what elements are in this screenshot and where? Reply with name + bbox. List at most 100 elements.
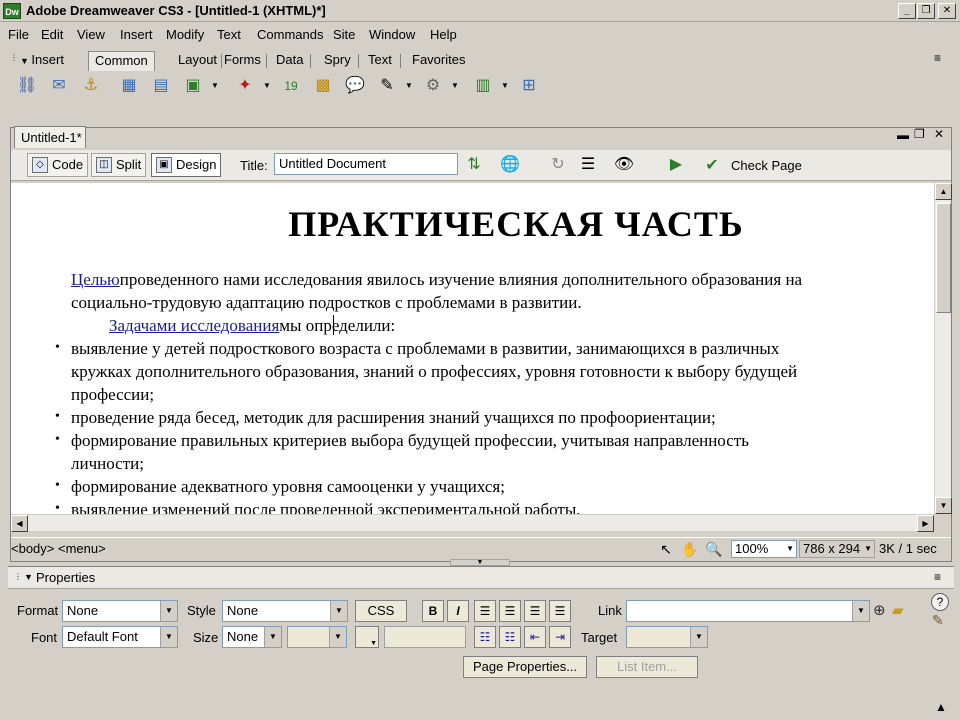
tab-favorites[interactable]: Favorites xyxy=(406,51,471,71)
document-tab[interactable]: Untitled-1* xyxy=(14,126,86,148)
hyperlink-icon[interactable]: ⛓ xyxy=(16,75,38,97)
panel-resize-handle[interactable]: ▼ xyxy=(450,559,510,566)
view-options-icon[interactable]: ☰ xyxy=(577,154,599,176)
script-dropdown-icon[interactable]: ▼ xyxy=(444,75,466,97)
link-input[interactable]: ▼ xyxy=(626,600,870,622)
point-to-file-icon[interactable]: ⊕ xyxy=(873,601,886,619)
validate-markup-icon[interactable]: ▶ xyxy=(665,154,687,176)
menu-modify[interactable]: Modify xyxy=(166,27,204,42)
scroll-right-icon[interactable]: ▶ xyxy=(917,515,934,532)
link-goal[interactable]: Целью xyxy=(71,270,120,289)
unordered-list-button[interactable]: ☷ xyxy=(474,626,496,648)
paragraph-goal: Цельюпроведенного нами исследования явил… xyxy=(71,270,803,289)
document-title-input[interactable]: Untitled Document xyxy=(274,153,458,175)
doc-minimize-icon[interactable]: ▬ xyxy=(897,128,909,142)
horizontal-scrollbar[interactable]: ◀ ▶ xyxy=(11,514,934,532)
tab-layout[interactable]: Layout xyxy=(172,51,223,71)
align-center-button[interactable]: ☰ xyxy=(499,600,521,622)
align-right-button[interactable]: ☰ xyxy=(524,600,546,622)
link-tasks[interactable]: Задачами исследования xyxy=(109,316,279,335)
format-select[interactable]: None ▼ xyxy=(62,600,178,622)
media-icon[interactable]: ✦ xyxy=(234,75,256,97)
scroll-down-icon[interactable]: ▼ xyxy=(935,497,952,514)
restore-button[interactable]: ❐ xyxy=(917,3,935,19)
doc-restore-icon[interactable]: ❐ xyxy=(914,127,925,141)
menu-help[interactable]: Help xyxy=(430,27,457,42)
vertical-scroll-thumb[interactable] xyxy=(936,203,951,313)
split-view-button[interactable]: ◫ Split xyxy=(91,153,147,177)
menu-edit[interactable]: Edit xyxy=(41,27,63,42)
align-left-button[interactable]: ☰ xyxy=(474,600,496,622)
file-management-icon[interactable]: ⇅ xyxy=(463,154,485,176)
indent-button[interactable]: ⇥ xyxy=(549,626,571,648)
insert-bar-header[interactable]: ▼ Insert xyxy=(20,52,64,67)
menu-insert[interactable]: Insert xyxy=(120,27,153,42)
style-select[interactable]: None ▼ xyxy=(222,600,348,622)
tab-spry[interactable]: Spry xyxy=(318,51,357,71)
tab-data[interactable]: Data xyxy=(270,51,309,71)
expand-panel-icon[interactable]: ▲ xyxy=(935,700,947,714)
tag-selector[interactable]: <body> <menu> xyxy=(11,541,106,556)
table-icon[interactable]: ▦ xyxy=(118,75,140,97)
minimize-button[interactable]: _ xyxy=(898,3,916,19)
menu-window[interactable]: Window xyxy=(369,27,415,42)
menu-commands[interactable]: Commands xyxy=(257,27,323,42)
options-menu-icon[interactable]: ≡ xyxy=(934,570,941,584)
outdent-button[interactable]: ⇤ xyxy=(524,626,546,648)
tab-text[interactable]: Text xyxy=(362,51,398,71)
templates-dropdown-icon[interactable]: ▼ xyxy=(494,75,516,97)
design-view-button[interactable]: ▣ Design xyxy=(151,153,222,177)
page-properties-button[interactable]: Page Properties... xyxy=(463,656,587,678)
italic-button[interactable]: I xyxy=(447,600,469,622)
bold-button[interactable]: B xyxy=(422,600,444,622)
vertical-scrollbar[interactable]: ▲ ▼ xyxy=(934,183,952,514)
date-icon[interactable]: 19 xyxy=(280,75,302,97)
scroll-left-icon[interactable]: ◀ xyxy=(11,515,28,532)
font-select[interactable]: Default Font ▼ xyxy=(62,626,178,648)
image-icon[interactable]: ▣ xyxy=(182,75,204,97)
image-dropdown-icon[interactable]: ▼ xyxy=(204,75,226,97)
media-dropdown-icon[interactable]: ▼ xyxy=(256,75,278,97)
tab-forms[interactable]: Forms xyxy=(218,51,267,71)
select-tool-icon[interactable]: ↖ xyxy=(655,538,677,560)
menu-file[interactable]: File xyxy=(8,27,29,42)
head-dropdown-icon[interactable]: ▼ xyxy=(398,75,420,97)
help-icon[interactable]: ? xyxy=(931,593,949,611)
tag-chooser-icon[interactable]: ⊞ xyxy=(518,75,540,97)
text-color-swatch[interactable]: ▼ xyxy=(355,626,379,648)
quick-tag-editor-icon[interactable]: ✎ xyxy=(932,612,944,629)
tab-common[interactable]: Common xyxy=(88,51,155,71)
properties-header[interactable]: ⋮ ▼ Properties ≡ xyxy=(8,567,954,589)
zoom-select[interactable]: 100% ▼ xyxy=(731,540,797,558)
server-side-include-icon[interactable]: ▩ xyxy=(312,75,334,97)
menu-view[interactable]: View xyxy=(77,27,105,42)
visual-aids-icon[interactable]: 👁 xyxy=(613,154,635,176)
comment-icon[interactable]: 💬 xyxy=(344,75,366,97)
email-link-icon[interactable]: ✉ xyxy=(48,75,70,97)
script-icon[interactable]: ⚙ xyxy=(422,75,444,97)
preview-browser-icon[interactable]: 🌐 xyxy=(499,154,521,176)
zoom-tool-icon[interactable]: 🔍 xyxy=(703,538,725,560)
code-view-button[interactable]: ◇ Code xyxy=(27,153,89,177)
browse-folder-icon[interactable]: ▰ xyxy=(892,601,904,619)
head-icon[interactable]: ✎ xyxy=(376,75,398,97)
panel-grip-icon[interactable]: ⋮ xyxy=(14,572,22,581)
ordered-list-button[interactable]: ☷ xyxy=(499,626,521,648)
menu-site[interactable]: Site xyxy=(333,27,355,42)
css-button[interactable]: CSS xyxy=(355,600,407,622)
options-menu-icon[interactable]: ≡ xyxy=(934,51,941,65)
size-select[interactable]: None ▼ xyxy=(222,626,282,648)
panel-grip-icon[interactable]: ⋮ xyxy=(10,53,18,62)
design-view-canvas[interactable]: ПРАКТИЧЕСКАЯ ЧАСТЬ Цельюпроведенного нам… xyxy=(11,183,934,514)
window-size-select[interactable]: 786 x 294 ▼ xyxy=(799,540,875,558)
menu-text[interactable]: Text xyxy=(217,27,241,42)
named-anchor-icon[interactable]: ⚓ xyxy=(80,75,102,97)
refresh-design-view-icon[interactable]: ↻ xyxy=(547,154,569,176)
doc-close-icon[interactable]: ✕ xyxy=(934,127,944,141)
div-icon[interactable]: ▤ xyxy=(150,75,172,97)
hand-tool-icon[interactable]: ✋ xyxy=(679,538,701,560)
close-button[interactable]: ✕ xyxy=(938,3,956,19)
justify-button[interactable]: ☰ xyxy=(549,600,571,622)
templates-icon[interactable]: ▥ xyxy=(472,75,494,97)
scroll-up-icon[interactable]: ▲ xyxy=(935,183,952,200)
